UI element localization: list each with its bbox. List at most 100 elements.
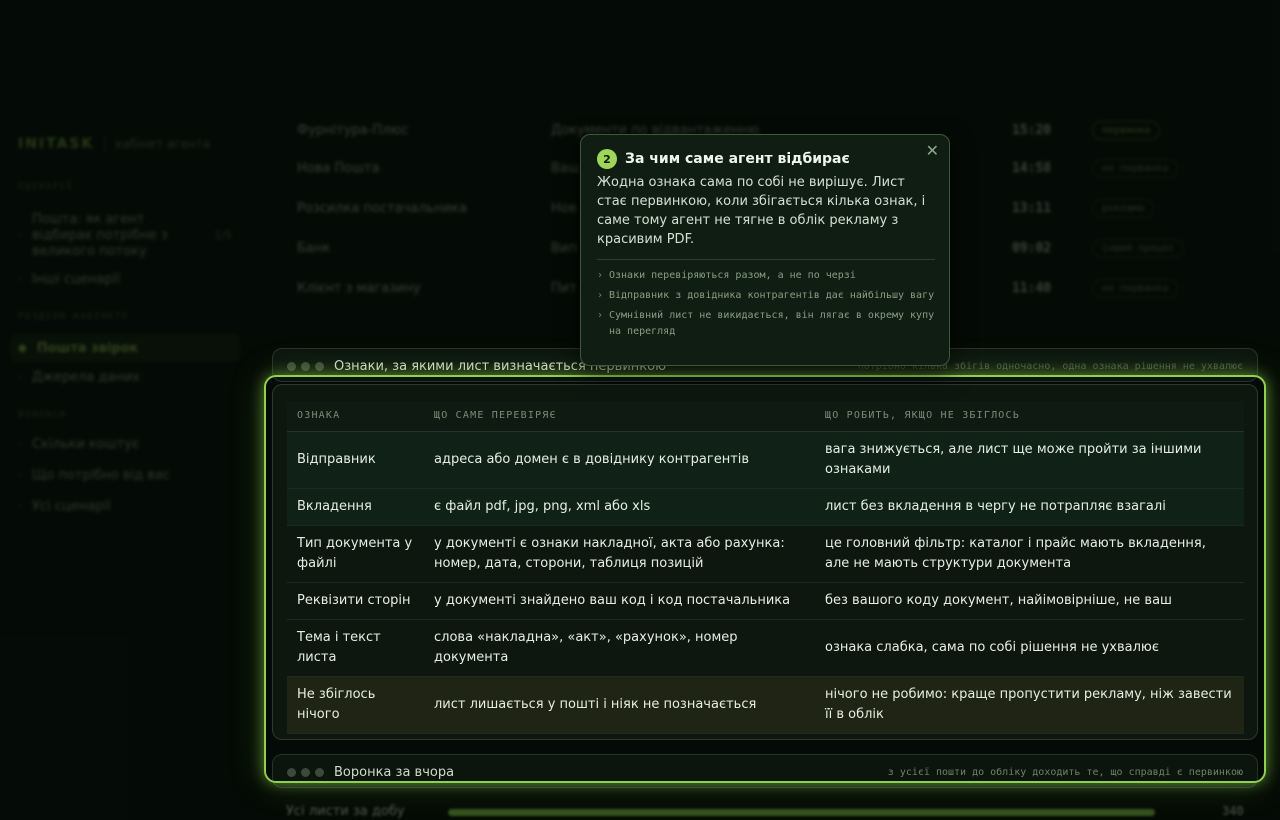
brand-subtitle: кабінет агента — [115, 137, 210, 151]
table-cell: це головний фільтр: каталог і прайс мают… — [815, 525, 1244, 583]
mail-tag: не первинка — [1092, 278, 1179, 298]
mail-sender: Банк — [297, 240, 331, 256]
mail-sender: Фурнітура-Плюс — [297, 122, 409, 138]
popover-point: Відправник з довідника контрагентів дає … — [597, 288, 937, 304]
mail-time: 11:40 — [1012, 280, 1052, 296]
mail-sender: Нова Пошта — [297, 160, 380, 176]
mail-sender: Клієнт з магазину — [297, 280, 421, 296]
column-header-check: ЩО САМЕ ПЕРЕВІРЯЄ — [424, 401, 815, 432]
progress-bar — [448, 809, 1155, 816]
popover-points: Ознаки перевіряються разом, а не по черз… — [597, 268, 937, 344]
table-cell: у документі знайдено ваш код і код поста… — [424, 582, 815, 620]
step-number-badge: 2 — [597, 149, 617, 169]
table-cell: адреса або домен є в довіднику контраген… — [424, 431, 815, 489]
column-header-action: ЩО РОБИТЬ, ЯКЩО НЕ ЗБІГЛОСЬ — [815, 401, 1244, 432]
table-cell: без вашого коду документ, найімовірніше,… — [815, 582, 1244, 620]
funnel-panel: Воронка за вчора з усієї пошти до обліку… — [272, 754, 1258, 788]
popover-divider — [597, 259, 935, 260]
progress-value: 340 — [1222, 804, 1244, 818]
sidebar-item-label: Інші сценарії — [32, 272, 120, 287]
sidebar-item-reconciliation-mail[interactable]: ● Пошта звірок — [10, 334, 240, 362]
table-cell: Відправник — [287, 431, 424, 489]
mail-tag: інший процес — [1092, 238, 1185, 258]
sidebar-item-mail-scenario[interactable]: › Пошта: як агент відбирає потрібне з ве… — [10, 208, 240, 264]
section-finance: ФІНАНСИ — [18, 410, 67, 420]
window-dots-icon — [287, 767, 324, 777]
funnel-panel-title: Воронка за вчора — [334, 764, 455, 780]
popover-text: Жодна ознака сама по собі не вирішує. Ли… — [597, 175, 926, 247]
popover-title: За чим саме агент відбирає — [625, 151, 850, 167]
section-scenarios: СЦЕНАРІЇ — [18, 182, 74, 192]
funnel-progress-row: Усі листи за добу 340 — [272, 800, 1258, 820]
close-icon[interactable]: ✕ — [926, 141, 939, 160]
mail-tag: первинка — [1092, 120, 1161, 140]
bullet-icon: › — [18, 501, 22, 512]
table-row: Вкладення є файл pdf, jpg, png, xml або … — [287, 488, 1244, 526]
progress-label: Усі листи за добу — [286, 804, 405, 819]
sidebar-item-label: Усі сценарії — [32, 499, 111, 514]
window-dots-icon — [287, 361, 324, 371]
sidebar-item-requirements[interactable]: › Що потрібно від вас — [10, 464, 240, 487]
table-row: Відправник адреса або домен є в довідник… — [287, 431, 1244, 489]
sidebar-item-label: Пошта звірок — [36, 340, 139, 356]
bullet-icon: › — [18, 439, 22, 450]
mail-subject: Пит — [551, 280, 577, 296]
sidebar: INITASK кабінет агента СЦЕНАРІЇ › Пошта:… — [0, 120, 250, 820]
sidebar-item-label: Скільки коштує — [32, 437, 140, 452]
sidebar-item-label: Джерела даних — [32, 370, 141, 385]
sidebar-item-label: Що потрібно від вас — [32, 468, 170, 483]
popover-header: 2 За чим саме агент відбирає — [597, 149, 850, 169]
mail-subject: Вип — [551, 240, 577, 256]
table-cell: ознака слабка, сама по собі рішення не у… — [815, 619, 1244, 677]
mail-tag: не первинка — [1092, 158, 1179, 178]
scenario-progress: 1/5 — [214, 229, 232, 242]
bullet-icon: › — [18, 274, 22, 285]
table-cell: нічого не робимо: краще пропустити рекла… — [815, 676, 1244, 734]
table-cell: Тема і текст листа — [287, 619, 424, 677]
mail-time: 09:02 — [1012, 240, 1052, 256]
table-row: Тема і текст листа слова «накладна», «ак… — [287, 619, 1244, 677]
criteria-table-panel: ОЗНАКА ЩО САМЕ ПЕРЕВІРЯЄ ЩО РОБИТЬ, ЯКЩО… — [272, 384, 1258, 740]
bullet-icon: › — [18, 230, 22, 241]
table-cell: у документі є ознаки накладної, акта або… — [424, 525, 815, 583]
mail-time: 14:58 — [1012, 160, 1052, 176]
sidebar-item-all-scenarios[interactable]: › Усі сценарії — [10, 495, 240, 518]
mail-subject: Нов — [551, 200, 577, 216]
sidebar-item-data-sources[interactable]: › Джерела даних — [10, 366, 240, 389]
mail-subject: Ваш — [551, 160, 580, 176]
mail-time: 15:20 — [1012, 122, 1052, 138]
popover-point: Сумнівний лист не викидається, він лягає… — [597, 308, 937, 340]
sidebar-item-other-scenarios[interactable]: › Інші сценарії — [10, 268, 240, 291]
bullet-icon: › — [18, 372, 22, 383]
criteria-table: ОЗНАКА ЩО САМЕ ПЕРЕВІРЯЄ ЩО РОБИТЬ, ЯКЩО… — [287, 401, 1244, 734]
section-cabinet: РОЗДІЛИ КАБІНЕТУ — [18, 312, 129, 322]
tour-popover: 2 За чим саме агент відбирає ✕ Жодна озн… — [580, 134, 950, 366]
mail-time: 13:11 — [1012, 200, 1052, 216]
mail-tag: реклама — [1092, 198, 1155, 218]
funnel-panel-note: з усієї пошти до обліку доходить те, що … — [887, 766, 1243, 778]
table-cell: лист без вкладення в чергу не потрапляє … — [815, 488, 1244, 526]
table-row: Реквізити сторін у документі знайдено ва… — [287, 582, 1244, 620]
brand-divider — [104, 137, 106, 151]
table-cell: лист лишається у пошті і ніяк не познача… — [424, 676, 815, 734]
table-cell: Тип документа у файлі — [287, 525, 424, 583]
table-cell: вага знижується, але лист ще може пройти… — [815, 431, 1244, 489]
table-row: Тип документа у файлі у документі є озна… — [287, 525, 1244, 583]
table-cell: Не збіглось нічого — [287, 676, 424, 734]
table-cell: слова «накладна», «акт», «рахунок», номе… — [424, 619, 815, 677]
funnel-panel-header: Воронка за вчора з усієї пошти до обліку… — [273, 755, 1257, 789]
column-header-criterion: ОЗНАКА — [287, 401, 424, 432]
mail-sender: Розсилка постачальника — [297, 200, 468, 216]
active-dot-icon: ● — [18, 342, 27, 354]
brand: INITASK кабінет агента — [18, 136, 210, 152]
table-cell: Реквізити сторін — [287, 582, 424, 620]
sidebar-item-pricing[interactable]: › Скільки коштує — [10, 433, 240, 456]
table-row-no-match: Не збіглось нічого лист лишається у пошт… — [287, 676, 1244, 734]
bullet-icon: › — [18, 470, 22, 481]
popover-point: Ознаки перевіряються разом, а не по черз… — [597, 268, 937, 284]
brand-logo: INITASK — [18, 136, 95, 152]
table-cell: є файл pdf, jpg, png, xml або xls — [424, 488, 815, 526]
table-cell: Вкладення — [287, 488, 424, 526]
sidebar-item-label: Пошта: як агент відбирає потрібне з вели… — [32, 212, 168, 259]
table-header-row: ОЗНАКА ЩО САМЕ ПЕРЕВІРЯЄ ЩО РОБИТЬ, ЯКЩО… — [287, 401, 1244, 432]
